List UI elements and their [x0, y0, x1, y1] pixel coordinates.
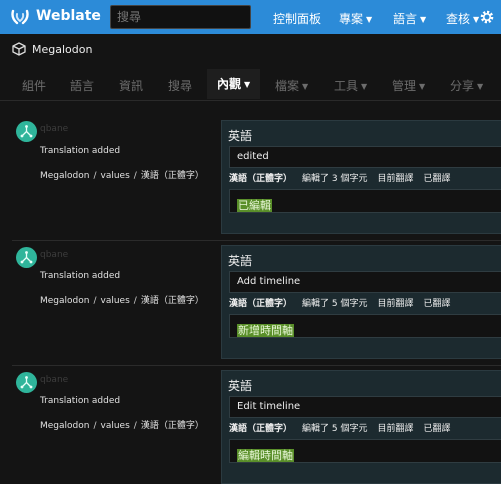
diff-insertion: 新增時間軸	[237, 324, 294, 337]
translation-path: Megalodon / values / 漢語（正體字）	[40, 421, 204, 431]
tab-languages[interactable]: 語言	[70, 77, 94, 94]
current-translation-label: 目前翻譯	[377, 174, 414, 184]
username[interactable]: qbane	[40, 124, 68, 134]
nav-dashboard[interactable]: 控制面板	[273, 10, 321, 27]
current-translation-label: 目前翻譯	[377, 424, 414, 434]
target-string: 編輯時間軸	[229, 439, 501, 463]
brand-name[interactable]: Weblate	[36, 8, 101, 24]
target-string: 已編輯	[229, 189, 501, 213]
chevron-down-icon: ▼	[420, 15, 427, 24]
source-language-label: 英語	[228, 379, 253, 393]
source-string: edited	[229, 146, 501, 168]
chevron-down-icon: ▼	[477, 82, 484, 91]
path-component[interactable]: values	[101, 296, 130, 306]
tab-components[interactable]: 組件	[22, 77, 46, 94]
user-avatar-icon	[20, 125, 33, 138]
change-details-panel: 英語 edited 漢語（正體字） 編輯了 3 個字元 目前翻譯 已翻譯 已編輯	[221, 120, 501, 234]
user-avatar-icon	[20, 251, 33, 264]
top-navbar: Weblate 控制面板 專案▼ 語言▼ 查核▼	[0, 0, 501, 34]
path-language[interactable]: 漢語（正體字）	[141, 296, 204, 306]
tab-search[interactable]: 搜尋	[168, 77, 192, 94]
translated-status: 已翻譯	[423, 424, 451, 434]
tab-insights[interactable]: 內觀 ▼	[207, 69, 261, 99]
path-project[interactable]: Megalodon	[40, 296, 89, 306]
translation-meta: 漢語（正體字） 編輯了 3 個字元 目前翻譯 已翻譯	[229, 171, 451, 184]
project-tabs: 組件 語言 資訊 搜尋 內觀 ▼ 檔案 ▼ 工具 ▼ 管理 ▼ 分享 ▼	[0, 68, 501, 100]
chevron-down-icon: ▼	[361, 82, 368, 91]
breadcrumb: Megalodon	[12, 41, 92, 57]
chevron-down-icon: ▼	[366, 15, 373, 24]
package-icon	[12, 42, 26, 56]
action-text[interactable]: Translation added	[40, 271, 120, 281]
breadcrumb-project[interactable]: Megalodon	[32, 43, 92, 56]
entry-divider	[12, 240, 501, 241]
chevron-down-icon: ▼	[302, 82, 309, 91]
target-language-label: 漢語（正體字）	[229, 174, 293, 184]
source-language-label: 英語	[228, 129, 253, 143]
tab-manage[interactable]: 管理 ▼	[392, 77, 425, 94]
username[interactable]: qbane	[40, 250, 68, 260]
nav-languages[interactable]: 語言 ▼	[393, 10, 426, 27]
target-language-label: 漢語（正體字）	[229, 299, 293, 309]
current-translation-label: 目前翻譯	[377, 299, 414, 309]
tab-tools[interactable]: 工具 ▼	[334, 77, 367, 94]
path-component[interactable]: values	[101, 421, 130, 431]
diff-insertion: 編輯時間軸	[237, 449, 294, 462]
source-language-label: 英語	[228, 254, 253, 268]
edit-distance: 編輯了 5 個字元	[302, 424, 368, 434]
chevron-down-icon: ▼	[419, 82, 426, 91]
search-input[interactable]	[110, 5, 251, 29]
username[interactable]: qbane	[40, 375, 68, 385]
path-language[interactable]: 漢語（正體字）	[141, 171, 204, 181]
tabs-divider	[0, 100, 501, 101]
gear-icon[interactable]	[479, 9, 495, 25]
avatar[interactable]	[16, 247, 37, 268]
entry-divider	[12, 365, 501, 366]
source-string: Add timeline	[229, 271, 501, 293]
translated-status: 已翻譯	[423, 299, 451, 309]
diff-insertion: 已編輯	[237, 199, 272, 212]
tab-info[interactable]: 資訊	[119, 77, 143, 94]
chevron-down-icon: ▼	[244, 80, 251, 89]
path-language[interactable]: 漢語（正體字）	[141, 421, 204, 431]
avatar[interactable]	[16, 121, 37, 142]
weblate-logo-icon[interactable]	[10, 8, 30, 26]
translation-path: Megalodon / values / 漢語（正體字）	[40, 296, 204, 306]
action-text[interactable]: Translation added	[40, 146, 120, 156]
nav-checks[interactable]: 查核 ▼	[446, 10, 479, 27]
tab-files[interactable]: 檔案 ▼	[275, 77, 308, 94]
action-text[interactable]: Translation added	[40, 396, 120, 406]
translated-status: 已翻譯	[423, 174, 451, 184]
source-string: Edit timeline	[229, 396, 501, 418]
edit-distance: 編輯了 3 個字元	[302, 174, 368, 184]
user-avatar-icon	[20, 376, 33, 389]
path-project[interactable]: Megalodon	[40, 421, 89, 431]
translation-meta: 漢語（正體字） 編輯了 5 個字元 目前翻譯 已翻譯	[229, 421, 451, 434]
edit-distance: 編輯了 5 個字元	[302, 299, 368, 309]
tab-share[interactable]: 分享 ▼	[450, 77, 483, 94]
avatar[interactable]	[16, 372, 37, 393]
path-project[interactable]: Megalodon	[40, 171, 89, 181]
nav-projects[interactable]: 專案 ▼	[339, 10, 372, 27]
target-string: 新增時間軸	[229, 314, 501, 338]
path-component[interactable]: values	[101, 171, 130, 181]
target-language-label: 漢語（正體字）	[229, 424, 293, 434]
translation-meta: 漢語（正體字） 編輯了 5 個字元 目前翻譯 已翻譯	[229, 296, 451, 309]
translation-path: Megalodon / values / 漢語（正體字）	[40, 171, 204, 181]
change-details-panel: 英語 Edit timeline 漢語（正體字） 編輯了 5 個字元 目前翻譯 已翻譯…	[221, 370, 501, 484]
change-details-panel: 英語 Add timeline 漢語（正體字） 編輯了 5 個字元 目前翻譯 已翻譯 …	[221, 245, 501, 359]
